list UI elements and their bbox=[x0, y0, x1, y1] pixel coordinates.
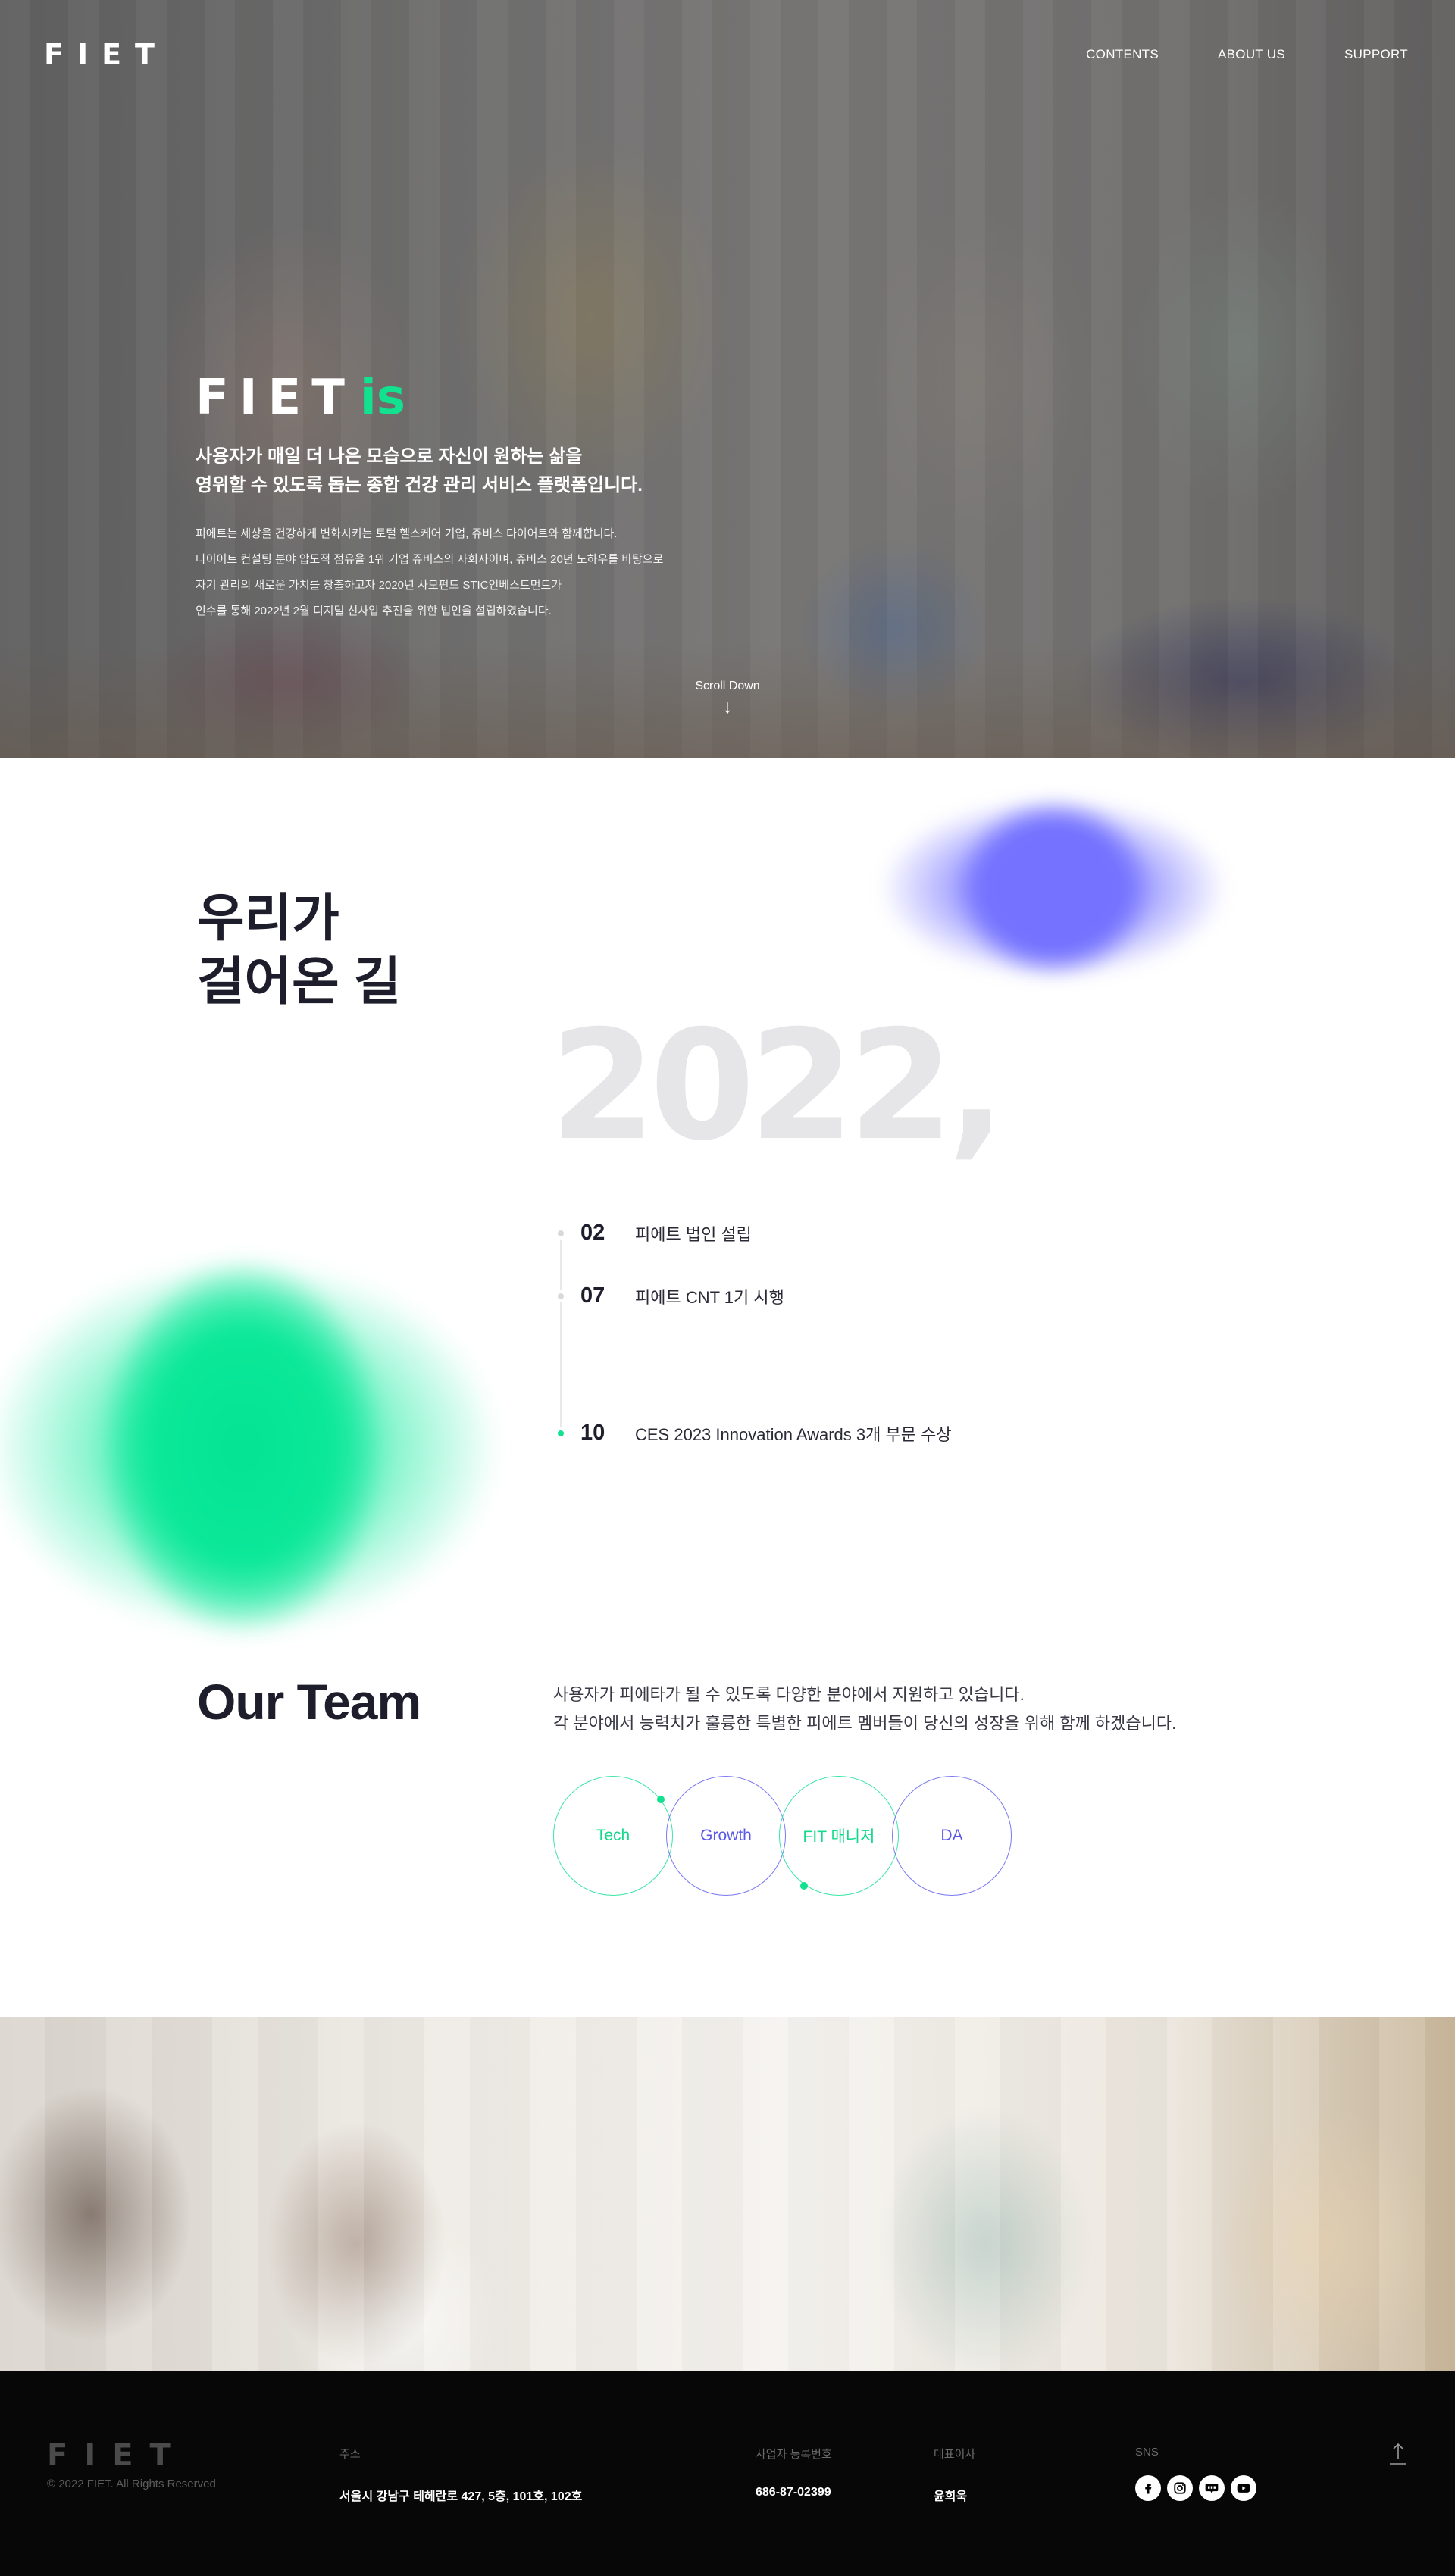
hero-lead: 사용자가 매일 더 나은 모습으로 자신이 원하는 삶을 영위할 수 있도록 돕… bbox=[196, 442, 643, 500]
scroll-down-button[interactable]: Scroll Down ↓ bbox=[695, 680, 759, 716]
footer-ceo-value: 윤희욱 bbox=[934, 2490, 968, 2503]
nav-item-support[interactable]: SUPPORT bbox=[1344, 47, 1408, 62]
arrow-down-icon: ↓ bbox=[722, 695, 733, 717]
footer-address-label: 주소 bbox=[340, 2448, 361, 2461]
timeline-item: 02 피에트 법인 설립 bbox=[555, 1221, 752, 1246]
green-gradient-blob bbox=[0, 1258, 500, 1637]
footer-logo[interactable]: FIET bbox=[47, 2438, 187, 2473]
timeline-dot bbox=[555, 1290, 567, 1302]
hero-description-line: 다이어트 컨설팅 분야 압도적 점유율 1위 기업 쥬비스의 자회사이며, 쥬비… bbox=[196, 553, 664, 566]
team-description-line: 사용자가 피에타가 될 수 있도록 다양한 분야에서 지원하고 있습니다. bbox=[553, 1685, 1025, 1704]
sns-list bbox=[1135, 2475, 1256, 2501]
team-circle-fit-manager[interactable]: FIT 매니저 bbox=[779, 1776, 899, 1896]
team-meeting-photo bbox=[0, 2017, 1455, 2371]
footer-ceo: 대표이사 윤희욱 bbox=[934, 2446, 975, 2504]
facebook-icon[interactable] bbox=[1135, 2475, 1161, 2501]
team-circle-tech[interactable]: Tech bbox=[553, 1776, 673, 1896]
hero-title: FIETis bbox=[196, 370, 405, 426]
blog-icon[interactable] bbox=[1199, 2475, 1225, 2501]
instagram-icon[interactable] bbox=[1167, 2475, 1193, 2501]
arrow-up-icon bbox=[1390, 2443, 1406, 2465]
footer-address: 주소 서울시 강남구 테헤란로 427, 5층, 101호, 102호 bbox=[340, 2446, 582, 2504]
hero-lead-line: 사용자가 매일 더 나은 모습으로 자신이 원하는 삶을 bbox=[196, 446, 583, 467]
timeline-dot-active bbox=[555, 1427, 567, 1440]
history-year: 2022, bbox=[550, 998, 1006, 1174]
scroll-down-label: Scroll Down bbox=[695, 680, 760, 692]
timeline-item: 07 피에트 CNT 1기 시행 bbox=[555, 1283, 784, 1308]
team-description-line: 각 분야에서 능력치가 훌륭한 특별한 피에트 멤버들이 당신의 성장을 위해 … bbox=[553, 1714, 1177, 1733]
history-title-line: 걸어온 길 bbox=[197, 953, 402, 1011]
hero-title-brand: FIET bbox=[196, 370, 355, 426]
header-logo[interactable]: FIET bbox=[44, 38, 168, 71]
timeline-dot bbox=[555, 1227, 567, 1240]
footer-ceo-label: 대표이사 bbox=[934, 2448, 976, 2461]
meeting-photo-texture bbox=[0, 2017, 1455, 2371]
team-circle-da[interactable]: DA bbox=[892, 1776, 1012, 1896]
hero-lead-line: 영위할 수 있도록 돕는 종합 건강 관리 서비스 플랫폼입니다. bbox=[196, 475, 643, 496]
footer-address-value: 서울시 강남구 테헤란로 427, 5층, 101호, 102호 bbox=[340, 2490, 583, 2503]
hero-description-line: 인수를 통해 2022년 2월 디지털 신사업 추진을 위한 법인을 설립하였습… bbox=[196, 605, 552, 617]
decorative-dot bbox=[657, 1796, 665, 1803]
hero-description: 피에트는 세상을 건강하게 변화시키는 토털 헬스케어 기업, 쥬비스 다이어트… bbox=[196, 521, 663, 624]
timeline-item-active: 10 CES 2023 Innovation Awards 3개 부문 수상 bbox=[555, 1421, 952, 1446]
timeline-line bbox=[560, 1229, 562, 1429]
timeline-month: 10 bbox=[580, 1421, 605, 1445]
history-title-line: 우리가 bbox=[197, 889, 340, 947]
nav-item-contents[interactable]: CONTENTS bbox=[1086, 47, 1159, 62]
timeline-month: 07 bbox=[580, 1283, 605, 1308]
main-nav: CONTENTS ABOUT US SUPPORT bbox=[1086, 47, 1408, 62]
decorative-dot bbox=[800, 1882, 808, 1890]
hero-description-line: 자기 관리의 새로운 가치를 창출하고자 2020년 사모펀드 STIC인베스트… bbox=[196, 579, 562, 592]
team-circle-growth[interactable]: Growth bbox=[666, 1776, 786, 1896]
footer-business-value: 686-87-02399 bbox=[756, 2486, 831, 2499]
purple-gradient-blob bbox=[879, 797, 1228, 979]
footer-copyright: © 2022 FIET. All Rights Reserved bbox=[47, 2478, 216, 2490]
back-to-top-button[interactable] bbox=[1387, 2438, 1410, 2468]
footer-business-number: 사업자 등록번호 686-87-02399 bbox=[756, 2446, 832, 2499]
youtube-icon[interactable] bbox=[1231, 2475, 1256, 2501]
hero-title-accent: is bbox=[359, 370, 405, 426]
hero-description-line: 피에트는 세상을 건강하게 변화시키는 토털 헬스케어 기업, 쥬비스 다이어트… bbox=[196, 527, 618, 540]
footer-business-label: 사업자 등록번호 bbox=[756, 2448, 832, 2461]
footer-sns: SNS bbox=[1135, 2446, 1256, 2501]
nav-item-about-us[interactable]: ABOUT US bbox=[1218, 47, 1285, 62]
footer: FIET © 2022 FIET. All Rights Reserved 주소… bbox=[0, 2371, 1455, 2576]
footer-sns-label: SNS bbox=[1135, 2446, 1159, 2459]
timeline-text: 피에트 CNT 1기 시행 bbox=[635, 1287, 784, 1307]
hero-section: FIET CONTENTS ABOUT US SUPPORT FIETis 사용… bbox=[0, 0, 1455, 758]
team-title: Our Team bbox=[197, 1674, 421, 1730]
team-description: 사용자가 피에타가 될 수 있도록 다양한 분야에서 지원하고 있습니다. 각 … bbox=[553, 1680, 1176, 1738]
history-title: 우리가 걸어온 길 bbox=[197, 886, 401, 1014]
timeline-text: CES 2023 Innovation Awards 3개 부문 수상 bbox=[635, 1424, 952, 1444]
timeline-text: 피에트 법인 설립 bbox=[635, 1224, 752, 1244]
timeline-month: 02 bbox=[580, 1221, 605, 1245]
